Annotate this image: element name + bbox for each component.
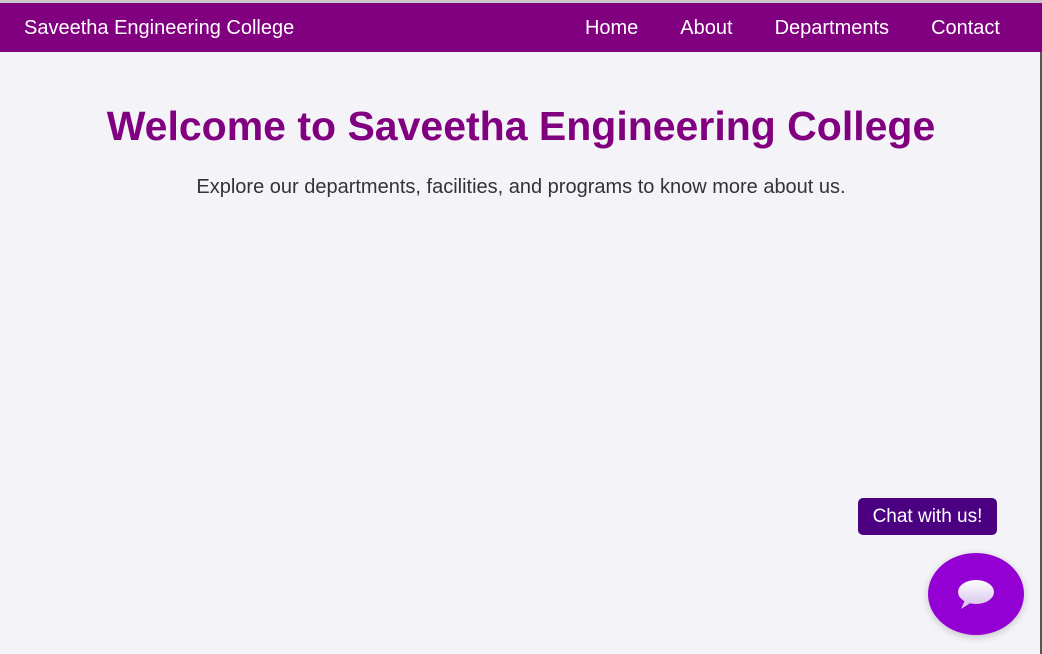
nav-link-contact[interactable]: Contact [931, 16, 1000, 40]
chat-bubble-icon [958, 580, 994, 609]
nav-link-home[interactable]: Home [585, 16, 638, 40]
page-subtitle: Explore our departments, facilities, and… [196, 176, 846, 198]
page-title: Welcome to Saveetha Engineering College [106, 103, 936, 149]
chat-button[interactable] [928, 553, 1024, 635]
chat-tooltip[interactable]: Chat with us! [858, 498, 997, 535]
brand-title[interactable]: Saveetha Engineering College [24, 16, 294, 40]
nav-link-about[interactable]: About [680, 16, 732, 40]
navbar: Saveetha Engineering College Home About … [0, 3, 1042, 52]
nav-link-departments[interactable]: Departments [775, 16, 890, 40]
nav-links: Home About Departments Contact [585, 16, 1042, 40]
